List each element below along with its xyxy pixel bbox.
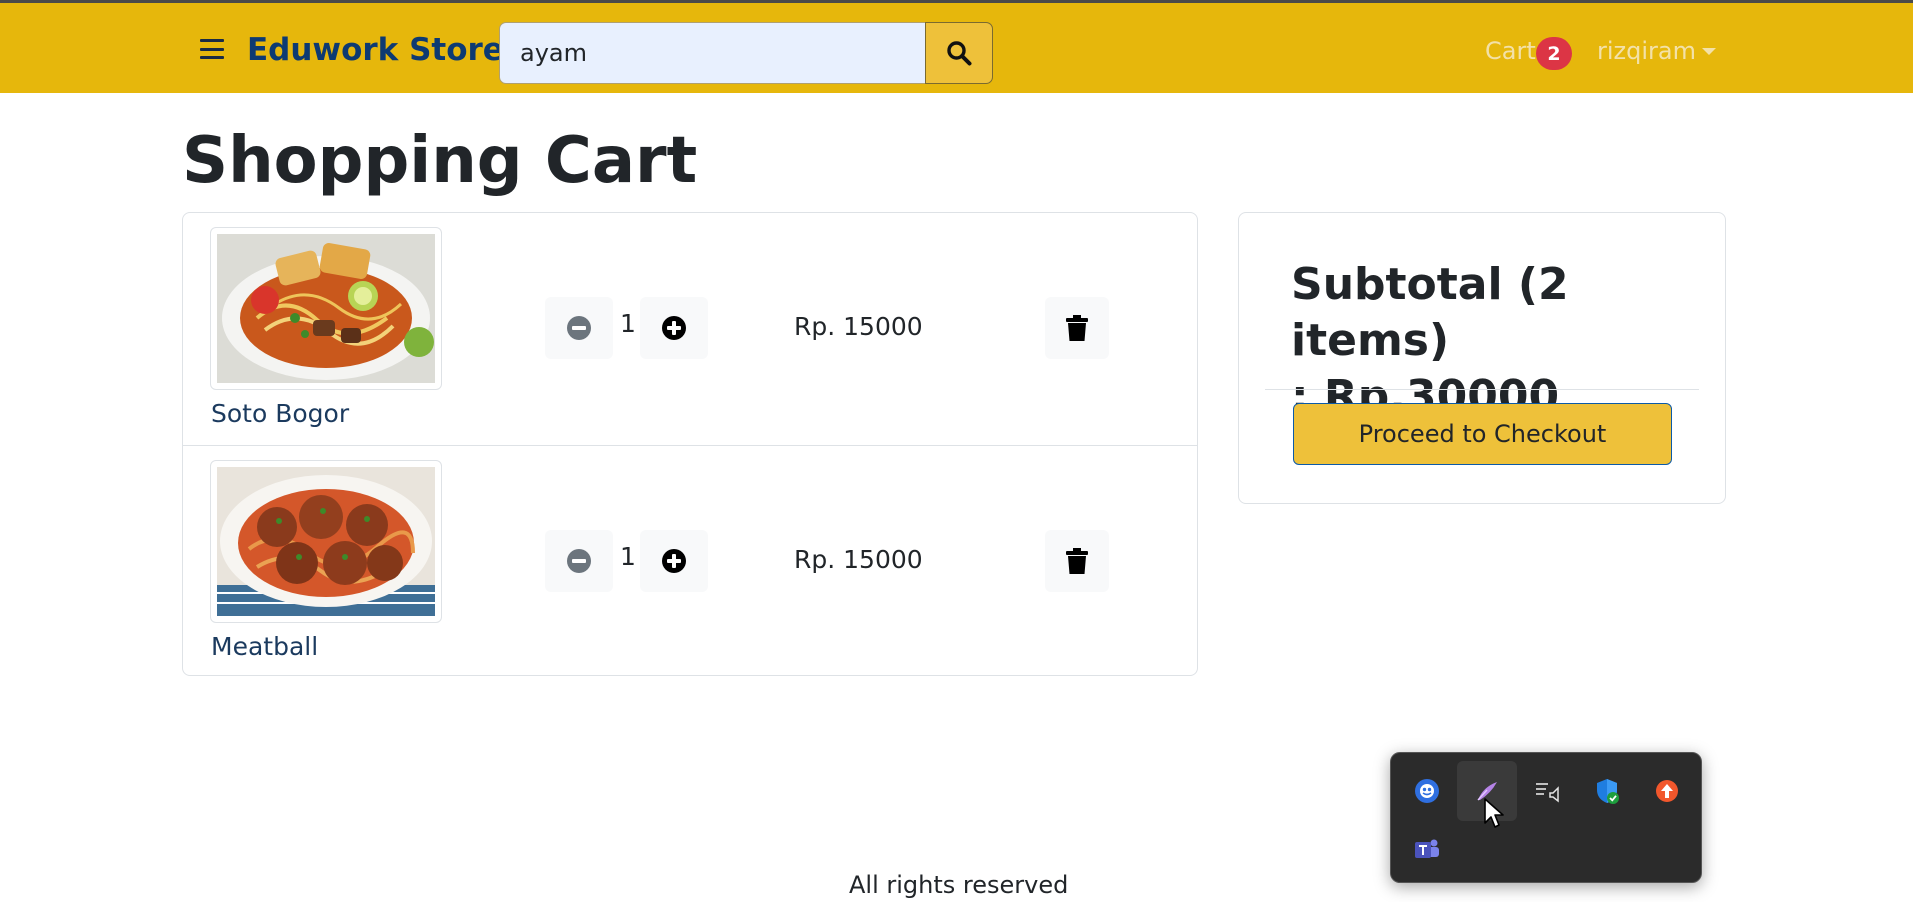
- mouse-pointer-icon: [1484, 798, 1504, 828]
- product-image[interactable]: [210, 227, 442, 390]
- system-tray-overflow: [1390, 752, 1702, 883]
- arrow-up-circle-icon: [1656, 780, 1678, 802]
- windows-security-icon[interactable]: [1577, 761, 1637, 821]
- search-form: [499, 22, 993, 84]
- item-price: Rp. 15000: [794, 312, 923, 341]
- trash-icon: [1066, 548, 1088, 574]
- product-name-link[interactable]: Soto Bogor: [211, 399, 349, 428]
- order-summary-card: Subtotal (2 items) : Rp.30000 Proceed to…: [1238, 212, 1726, 504]
- trash-icon: [1066, 315, 1088, 341]
- search-icon: [947, 41, 972, 66]
- quantity-value: 1: [620, 542, 636, 571]
- narrator-icon-glyph: [1536, 783, 1559, 803]
- copilot-icon-glyph: [1415, 779, 1439, 803]
- subtotal-text: Subtotal (2 items) : Rp.30000: [1291, 257, 1691, 425]
- increase-quantity-button[interactable]: [640, 297, 708, 359]
- navbar: Eduwork Store Cart 2 rizqiram: [0, 0, 1913, 93]
- cart-list: Soto Bogor 1 Rp. 15000 Meatball 1 Rp. 15…: [182, 212, 1198, 676]
- decrease-quantity-button[interactable]: [545, 297, 613, 359]
- search-button[interactable]: [925, 22, 993, 84]
- remove-item-button[interactable]: [1045, 297, 1109, 359]
- meatball-photo: [217, 467, 435, 616]
- cart-item: Soto Bogor 1 Rp. 15000: [183, 213, 1197, 444]
- proceed-to-checkout-button[interactable]: Proceed to Checkout: [1293, 403, 1672, 465]
- shield-icon: [1597, 779, 1619, 804]
- caret-down-icon: [1702, 47, 1716, 55]
- cart-item: Meatball 1 Rp. 15000: [183, 445, 1197, 676]
- minus-circle-icon: [567, 549, 591, 573]
- decrease-quantity-button[interactable]: [545, 530, 613, 592]
- divider: [1265, 389, 1699, 390]
- page-title: Shopping Cart: [182, 124, 698, 198]
- remove-item-button[interactable]: [1045, 530, 1109, 592]
- user-name: rizqiram: [1597, 37, 1696, 65]
- minus-circle-icon: [567, 316, 591, 340]
- product-image[interactable]: [210, 460, 442, 623]
- subtotal-items: Subtotal (2 items): [1291, 259, 1569, 366]
- search-input[interactable]: [499, 22, 927, 84]
- item-price: Rp. 15000: [794, 545, 923, 574]
- brand-logo[interactable]: Eduwork Store: [247, 32, 504, 68]
- update-icon[interactable]: [1637, 761, 1697, 821]
- cart-count-badge: 2: [1536, 37, 1572, 70]
- hamburger-icon[interactable]: [200, 39, 224, 59]
- footer-text: All rights reserved: [849, 871, 1069, 899]
- plus-circle-icon: [662, 549, 686, 573]
- narrator-icon[interactable]: [1517, 761, 1577, 821]
- product-name-link[interactable]: Meatball: [211, 632, 318, 661]
- teams-icon[interactable]: [1397, 819, 1457, 879]
- cart-link[interactable]: Cart: [1485, 37, 1536, 65]
- quantity-value: 1: [620, 309, 636, 338]
- soto-bogor-photo: [217, 234, 435, 383]
- copilot-icon[interactable]: [1397, 761, 1457, 821]
- plus-circle-icon: [662, 316, 686, 340]
- user-menu[interactable]: rizqiram: [1597, 37, 1716, 65]
- teams-icon-glyph: [1415, 839, 1439, 858]
- increase-quantity-button[interactable]: [640, 530, 708, 592]
